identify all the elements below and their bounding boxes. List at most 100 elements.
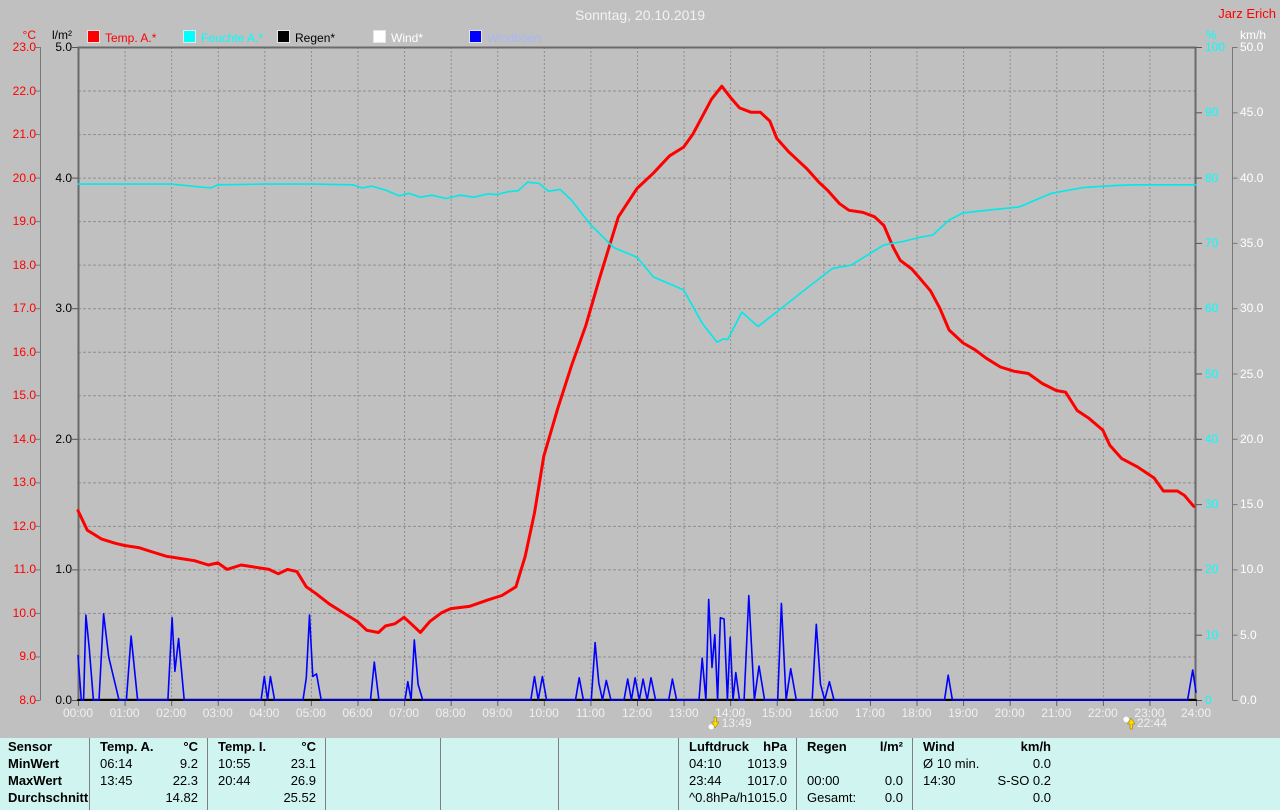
table-cell: S-SO 0.2 — [997, 773, 1051, 788]
table-cell: °C — [183, 739, 198, 754]
y-tick-temp: 19.0 — [12, 214, 36, 229]
table-cell: 06:14 — [100, 756, 133, 771]
table-cell: ^0.8hPa/h — [689, 790, 748, 805]
table-cell: Luftdruck — [689, 739, 749, 754]
table-column — [558, 738, 679, 810]
y-tick-temp: 17.0 — [12, 301, 36, 316]
y-tick-hum: 80 — [1205, 170, 1219, 185]
moonset-icon — [708, 716, 720, 730]
table-cell-row: Ø 10 min. 0.0 — [913, 755, 1061, 772]
table-cell: 9.2 — [179, 756, 198, 771]
y-tick-hum: 50 — [1205, 366, 1219, 381]
x-tick-label: 00:00 — [62, 706, 94, 720]
x-tick-label: 21:00 — [1041, 706, 1072, 720]
table-cell-row: 13:45 22.3 — [90, 772, 208, 789]
y-tick-wind: 5.0 — [1240, 627, 1257, 642]
table-cell: Gesamt: — [807, 790, 857, 805]
table-cell — [90, 789, 100, 806]
table-cell-row: ^0.8hPa/h 1015.0 — [679, 789, 797, 806]
table-cell: l/m² — [879, 739, 903, 754]
x-tick-label: 12:00 — [621, 706, 653, 720]
y-tick-hum: 30 — [1205, 497, 1219, 512]
table-cell-row: 25.52 — [208, 789, 326, 806]
table-row-label: Durchschnitt — [8, 790, 89, 805]
table-column-tempi: Temp. I. °C 10:55 23.1 20:44 26.9 25.52 — [207, 738, 326, 810]
table-column — [325, 738, 441, 810]
table-cell-row: 23:44 1017.0 — [679, 772, 797, 789]
table-cell — [326, 755, 336, 772]
table-cell: 23:44 — [689, 773, 722, 788]
table-cell: 00:00 — [807, 773, 840, 788]
table-row: MinWert — [0, 755, 89, 772]
y-tick-hum: 100 — [1205, 40, 1226, 54]
y-tick-temp: 13.0 — [12, 475, 36, 490]
y-tick-rain: 5.0 — [55, 40, 72, 54]
y-tick-temp: 22.0 — [12, 83, 36, 98]
y-tick-hum: 20 — [1205, 562, 1219, 577]
y-tick-wind: 35.0 — [1240, 235, 1264, 250]
table-cell — [326, 772, 336, 789]
table-cell: 0.0 — [884, 773, 903, 788]
y-tick-temp: 14.0 — [12, 431, 36, 446]
table-cell-row — [441, 772, 559, 789]
table-cell: Ø 10 min. — [923, 756, 980, 771]
table-cell: 14.82 — [165, 790, 198, 805]
table-column-tempa: Temp. A. °C 06:14 9.2 13:45 22.3 14.82 — [89, 738, 208, 810]
y-tick-hum: 40 — [1205, 431, 1219, 446]
table-row-label: Sensor — [8, 739, 53, 754]
x-tick-label: 02:00 — [156, 706, 187, 720]
x-tick-label: 20:00 — [994, 706, 1025, 720]
table-cell-row — [559, 772, 679, 789]
table-cell: 13:45 — [100, 773, 133, 788]
table-cell-row: 0.0 — [913, 789, 1061, 806]
x-tick-label: 24:00 — [1180, 706, 1212, 720]
table-cell-row: Wind km/h — [913, 738, 1061, 755]
y-tick-wind: 50.0 — [1240, 40, 1264, 54]
y-tick-rain: 2.0 — [55, 431, 72, 446]
table-cell-row — [326, 738, 441, 755]
table-cell — [559, 789, 569, 806]
y-tick-wind: 0.0 — [1240, 693, 1257, 707]
table-cell-row — [326, 789, 441, 806]
chart-canvas — [35, 46, 1238, 706]
table-column-regen: Regen l/m² 00:00 0.0 Gesamt: 0.0 — [796, 738, 913, 810]
y-tick-wind: 15.0 — [1240, 497, 1264, 512]
table-cell: 26.9 — [290, 773, 316, 788]
y-tick-temp: 16.0 — [12, 344, 36, 359]
x-tick-label: 08:00 — [435, 706, 466, 720]
x-tick-label: 04:00 — [249, 706, 280, 720]
table-row-label: MaxWert — [8, 773, 62, 788]
y-tick-temp: 21.0 — [12, 127, 36, 142]
x-tick-label: 15:00 — [761, 706, 792, 720]
y-tick-wind: 10.0 — [1240, 562, 1264, 577]
table-cell-row: Luftdruck hPa — [679, 738, 797, 755]
table-cell — [559, 755, 569, 772]
table-cell-row: 14.82 — [90, 789, 208, 806]
table-cell: 1015.0 — [747, 790, 787, 805]
table-cell: 23.1 — [290, 756, 316, 771]
table-cell: 14:30 — [923, 773, 956, 788]
y-tick-rain: 1.0 — [55, 562, 72, 577]
table-cell: Regen — [807, 739, 847, 754]
table-cell: 1013.9 — [747, 756, 787, 771]
table-cell-row — [326, 755, 441, 772]
table-cell: 25.52 — [283, 790, 316, 805]
table-cell-row: Temp. A. °C — [90, 738, 208, 755]
table-cell — [441, 755, 451, 772]
table-column-wind: Wind km/h Ø 10 min. 0.0 14:30 S-SO 0.2 0.0 — [912, 738, 1061, 810]
table-cell-row: 00:00 0.0 — [797, 772, 913, 789]
table-cell-row: 14:30 S-SO 0.2 — [913, 772, 1061, 789]
table-row: Durchschnitt — [0, 789, 89, 806]
x-tick-label: 06:00 — [342, 706, 373, 720]
table-cell — [441, 772, 451, 789]
x-tick-label: 05:00 — [295, 706, 326, 720]
table-cell: 20:44 — [218, 773, 251, 788]
table-row: Sensor — [0, 738, 89, 755]
y-tick-temp: 11.0 — [13, 562, 36, 577]
y-tick-temp: 10.0 — [12, 605, 36, 620]
y-tick-wind: 20.0 — [1240, 431, 1264, 446]
y-tick-temp: 20.0 — [12, 170, 36, 185]
y-tick-temp: 12.0 — [12, 518, 36, 533]
table-cell-row: 04:10 1013.9 — [679, 755, 797, 772]
table-cell: Temp. A. — [100, 739, 154, 754]
